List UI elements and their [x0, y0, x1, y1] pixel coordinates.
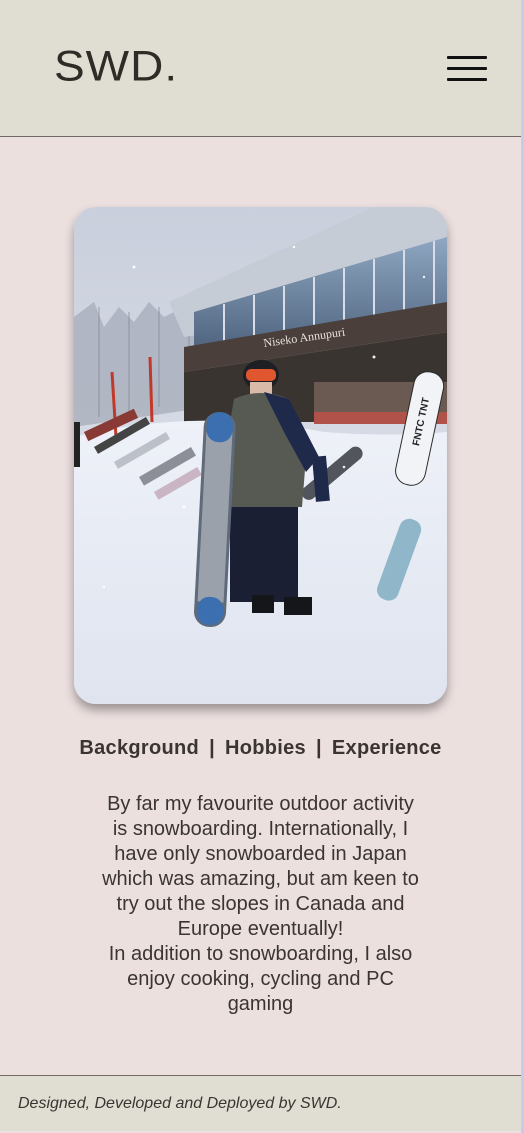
hobbies-paragraph: In addition to snowboarding, I also enjo…	[108, 943, 413, 1015]
menu-bar	[447, 78, 487, 81]
hamburger-menu-icon[interactable]	[445, 54, 489, 84]
menu-bar	[447, 56, 487, 59]
hobbies-paragraph: By far my favourite outdoor activity is …	[102, 793, 419, 940]
site-logo[interactable]: SWD.	[54, 42, 178, 90]
section-tabs: Background | Hobbies | Experience	[0, 737, 521, 760]
menu-bar	[447, 67, 487, 70]
tab-separator: |	[209, 737, 215, 759]
site-header: SWD.	[0, 0, 521, 137]
site-footer: Designed, Developed and Deployed by SWD.	[0, 1075, 521, 1131]
snowboarding-photo: Niseko Annupuri FNTC TNT	[74, 207, 447, 704]
page: SWD. Niseko Annupuri FNTC TNT Background…	[0, 0, 524, 1133]
tab-experience[interactable]: Experience	[332, 737, 442, 759]
tab-background[interactable]: Background	[79, 737, 199, 759]
hobbies-content: By far my favourite outdoor activity is …	[100, 792, 421, 1017]
footer-credit: Designed, Developed and Deployed by SWD.	[18, 1095, 342, 1112]
tab-hobbies[interactable]: Hobbies	[225, 737, 306, 759]
tab-separator: |	[315, 737, 322, 759]
